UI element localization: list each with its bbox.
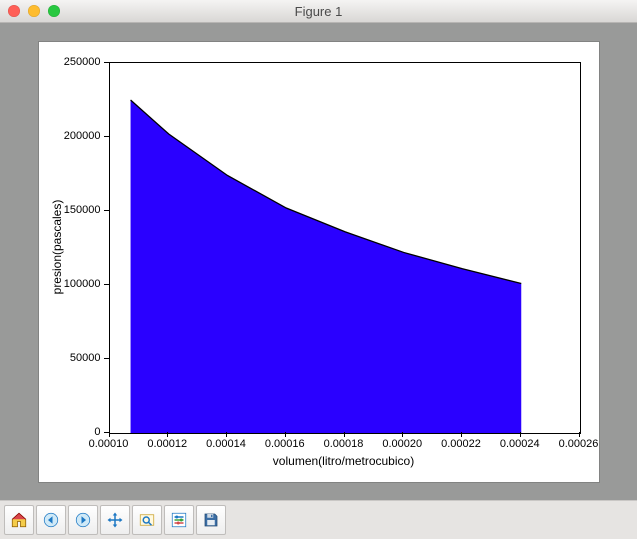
figure-area: volumen(litro/metrocubico) presion(pasca… xyxy=(0,23,637,500)
x-tick-label: 0.00026 xyxy=(559,438,599,450)
move-icon xyxy=(106,511,124,529)
y-tick-label: 250000 xyxy=(64,56,101,68)
y-tick xyxy=(104,136,109,137)
plot-axes[interactable] xyxy=(109,62,581,434)
y-axis-label: presion(pascales) xyxy=(50,199,64,294)
y-tick-label: 50000 xyxy=(70,352,101,364)
x-tick xyxy=(402,432,403,437)
x-tick xyxy=(461,432,462,437)
window-title: Figure 1 xyxy=(0,4,637,19)
minimize-icon[interactable] xyxy=(28,5,40,17)
x-tick xyxy=(109,432,110,437)
x-tick-label: 0.00010 xyxy=(89,438,129,450)
x-tick xyxy=(167,432,168,437)
subplots-button[interactable] xyxy=(164,505,194,535)
pan-button[interactable] xyxy=(100,505,130,535)
sliders-icon xyxy=(170,511,188,529)
zoom-rect-icon xyxy=(138,511,156,529)
area-plot xyxy=(110,63,580,433)
x-tick-label: 0.00018 xyxy=(324,438,364,450)
y-tick-label: 0 xyxy=(94,426,100,438)
home-icon xyxy=(10,511,28,529)
y-tick-label: 100000 xyxy=(64,278,101,290)
window-controls xyxy=(8,5,60,17)
floppy-icon xyxy=(202,511,220,529)
home-button[interactable] xyxy=(4,505,34,535)
arrow-left-icon xyxy=(42,511,60,529)
save-button[interactable] xyxy=(196,505,226,535)
arrow-right-icon xyxy=(74,511,92,529)
close-icon[interactable] xyxy=(8,5,20,17)
x-tick-label: 0.00014 xyxy=(206,438,246,450)
x-axis-label: volumen(litro/metrocubico) xyxy=(273,454,414,468)
y-tick xyxy=(104,358,109,359)
x-tick xyxy=(285,432,286,437)
y-tick xyxy=(104,62,109,63)
y-tick xyxy=(104,210,109,211)
x-tick xyxy=(226,432,227,437)
x-tick xyxy=(344,432,345,437)
toolbar xyxy=(0,500,637,539)
x-tick-label: 0.00020 xyxy=(382,438,422,450)
forward-button[interactable] xyxy=(68,505,98,535)
back-button[interactable] xyxy=(36,505,66,535)
y-tick-label: 200000 xyxy=(64,130,101,142)
x-tick-label: 0.00012 xyxy=(147,438,187,450)
x-tick-label: 0.00016 xyxy=(265,438,305,450)
plot-canvas: volumen(litro/metrocubico) presion(pasca… xyxy=(39,42,599,482)
area-fill xyxy=(130,100,521,433)
y-tick xyxy=(104,284,109,285)
zoom-icon[interactable] xyxy=(48,5,60,17)
x-tick xyxy=(579,432,580,437)
figure-window: Figure 1 volumen(litro/metrocubico) pres… xyxy=(0,0,637,539)
titlebar: Figure 1 xyxy=(0,0,637,23)
x-tick-label: 0.00022 xyxy=(441,438,481,450)
x-tick-label: 0.00024 xyxy=(500,438,540,450)
zoom-rect-button[interactable] xyxy=(132,505,162,535)
y-tick-label: 150000 xyxy=(64,204,101,216)
x-tick xyxy=(520,432,521,437)
